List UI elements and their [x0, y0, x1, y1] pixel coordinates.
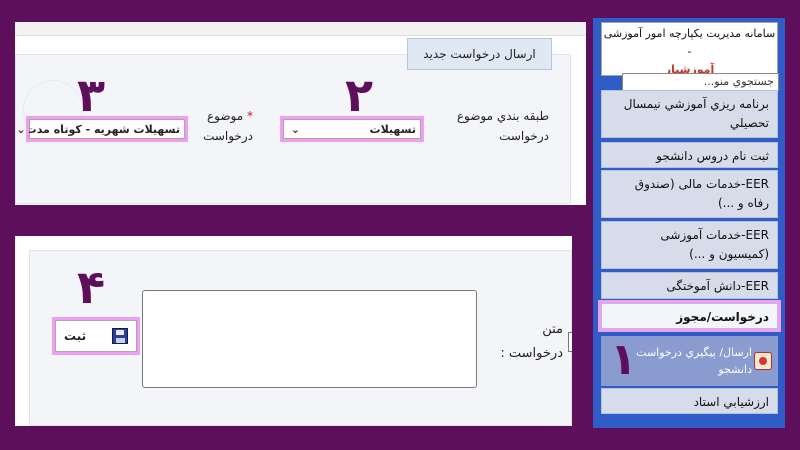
request-text-panel: ۴ متن درخواست : ثبت: [15, 236, 572, 426]
category-label-line2: درخواست: [499, 129, 549, 143]
request-icon: [754, 352, 772, 370]
step-4-number: ۴: [77, 260, 106, 314]
sidebar: سامانه مديريت يکپارچه امور آموزشی - آموز…: [593, 18, 785, 428]
sidebar-item-graduation[interactable]: EER-دانش آموختگی: [601, 272, 778, 299]
request-text-area[interactable]: [142, 290, 477, 388]
chevron-down-icon: ⌄: [290, 122, 300, 136]
sidebar-item-course-registration[interactable]: ثبت نام دروس دانشجو: [601, 142, 778, 168]
required-marker: *: [247, 109, 253, 123]
step-3-number: ۳: [77, 68, 106, 122]
step-1-number: ۱: [610, 334, 637, 385]
floppy-disk-icon: [112, 328, 128, 344]
subject-select-value: تسهيلات شهريه - کوتاه مدت: [25, 122, 180, 136]
sidebar-item-professor-evaluation[interactable]: ارزشيابي استاد: [601, 388, 778, 414]
request-text-label-line2: درخواست :: [500, 346, 563, 361]
sidebar-item-semester-planning[interactable]: برنامه ريزي آموزشي نيمسال تحصيلي: [601, 90, 778, 138]
sidebar-item-financial-services[interactable]: EER-خدمات مالی (صندوق رفاه و ...): [601, 170, 778, 218]
step-2-number: ۲: [345, 68, 374, 122]
adjacent-control-edge: [568, 332, 572, 352]
sidebar-item-request-permit[interactable]: درخواست/مجوز: [598, 300, 781, 332]
category-select-value: تسهيلات: [369, 122, 416, 136]
category-label: طبقه بندي موضوع درخواست: [451, 106, 549, 146]
menu-search-input[interactable]: جستجوي منو...: [622, 73, 779, 91]
request-form-panel: ارسال درخواست جدید ۳ ۲ طبقه بندي موضوع د…: [15, 22, 586, 205]
chevron-down-icon: ⌄: [16, 122, 26, 136]
app-title-box: سامانه مديريت يکپارچه امور آموزشی - آموز…: [601, 22, 778, 76]
top-strip: [15, 22, 586, 36]
app-title: سامانه مديريت يکپارچه امور آموزشی -: [603, 27, 776, 58]
category-select[interactable]: تسهيلات ⌄: [280, 116, 424, 142]
subject-label: * موضوع درخواست: [191, 106, 253, 146]
save-button[interactable]: ثبت: [52, 317, 140, 355]
sidebar-item-educational-services[interactable]: EER-خدمات آموزشی (کميسيون و ...): [601, 221, 778, 269]
subject-label-line1: موضوع: [206, 109, 244, 123]
subject-label-line2: درخواست: [203, 129, 253, 143]
category-label-line1: طبقه بندي موضوع: [456, 109, 549, 123]
subject-select[interactable]: تسهيلات شهريه - کوتاه مدت ⌄: [16, 116, 188, 142]
request-text-label: متن درخواست :: [477, 318, 563, 366]
save-button-label: ثبت: [64, 329, 87, 343]
new-request-tab[interactable]: ارسال درخواست جدید: [407, 38, 552, 70]
bottom-strip: [15, 236, 572, 250]
request-text-label-line1: متن: [542, 322, 563, 337]
